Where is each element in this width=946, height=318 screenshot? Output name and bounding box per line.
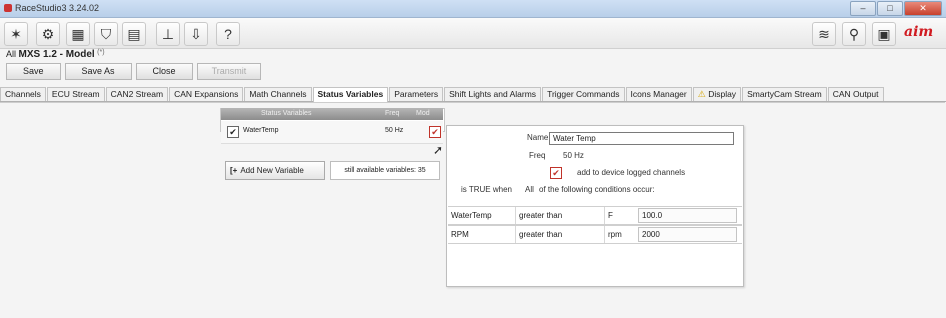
available-variables-count: still available variables: 35 bbox=[330, 161, 440, 180]
freq-value[interactable]: 50 Hz bbox=[563, 151, 584, 160]
save-button[interactable]: Save bbox=[6, 63, 61, 80]
device-settings-icon[interactable]: ⊥ bbox=[156, 22, 180, 46]
window-title: RaceStudio3 3.24.02 bbox=[15, 3, 100, 13]
name-field[interactable]: Water Temp bbox=[549, 132, 734, 145]
tab-can-output[interactable]: CAN Output bbox=[827, 87, 884, 101]
action-bar: Save Save As Close Transmit bbox=[6, 63, 262, 80]
status-variables-header: Status Variables Freq Mod bbox=[221, 108, 443, 120]
variable-name: WaterTemp bbox=[243, 127, 279, 134]
track-icon[interactable]: ⛉ bbox=[94, 22, 118, 46]
config-icon[interactable]: ⚙ bbox=[36, 22, 60, 46]
aim-logo: aim bbox=[904, 24, 934, 40]
tab-status-variables[interactable]: Status Variables bbox=[312, 87, 389, 102]
window-controls: – □ ✕ bbox=[850, 1, 942, 16]
variable-detail-panel: Name Water Temp Freq 50 Hz ✔ add to devi… bbox=[446, 125, 744, 287]
maximize-button[interactable]: □ bbox=[877, 1, 903, 16]
tab-display-label: Display bbox=[708, 89, 737, 99]
condition-mode-select[interactable]: All bbox=[525, 185, 534, 194]
breadcrumb-model[interactable]: MXS 1.2 - Model bbox=[19, 49, 95, 60]
freq-label: Freq bbox=[529, 151, 546, 160]
wifi-icon[interactable]: ≋ bbox=[812, 22, 836, 46]
warning-icon: ⚠ bbox=[697, 89, 706, 99]
condition-operator[interactable]: greater than bbox=[515, 207, 605, 224]
variable-mode-checkbox[interactable]: ✔ bbox=[429, 126, 441, 138]
logged-channels-label: add to device logged channels bbox=[577, 168, 686, 177]
condition-prefix: is TRUE when bbox=[461, 185, 512, 194]
app-icon bbox=[4, 4, 12, 12]
breadcrumb: All MXS 1.2 - Model (*) bbox=[6, 49, 105, 60]
dashboard-icon[interactable]: ▦ bbox=[66, 22, 90, 46]
add-new-variable-button[interactable]: [+ Add New Variable bbox=[225, 161, 325, 180]
logged-channels-checkbox[interactable]: ✔ bbox=[550, 167, 562, 179]
name-label: Name bbox=[527, 133, 549, 142]
add-new-variable-label: Add New Variable bbox=[240, 166, 304, 175]
condition-value[interactable]: 2000 bbox=[638, 227, 737, 242]
pin-icon: (*) bbox=[97, 49, 105, 56]
breadcrumb-all[interactable]: All bbox=[6, 49, 16, 59]
condition-channel[interactable]: RPM bbox=[448, 226, 514, 243]
tab-smartycam-stream[interactable]: SmartyCam Stream bbox=[742, 87, 827, 101]
tab-channels[interactable]: Channels bbox=[0, 87, 46, 101]
download-icon[interactable]: ⇩ bbox=[184, 22, 208, 46]
condition-channel[interactable]: WaterTemp bbox=[448, 207, 514, 224]
condition-suffix: of the following conditions occur: bbox=[539, 185, 655, 194]
header-name: Status Variables bbox=[261, 110, 312, 117]
table-row[interactable]: WaterTemp greater than F 100.0 bbox=[448, 206, 742, 225]
variable-freq: 50 Hz bbox=[385, 127, 404, 134]
clapper-icon[interactable]: ▤ bbox=[122, 22, 146, 46]
condition-operator[interactable]: greater than bbox=[515, 226, 605, 243]
ecu-icon[interactable]: ▣ bbox=[872, 22, 896, 46]
close-button[interactable]: Close bbox=[135, 63, 193, 80]
tools-icon[interactable]: ✶ bbox=[4, 22, 28, 46]
list-item[interactable]: ✔ WaterTemp 50 Hz ✔ bbox=[221, 121, 443, 144]
tab-trigger-commands[interactable]: Trigger Commands bbox=[542, 87, 625, 101]
tab-ecu-stream[interactable]: ECU Stream bbox=[46, 87, 105, 101]
help-icon[interactable]: ? bbox=[216, 22, 240, 46]
header-mode: Mod bbox=[416, 110, 430, 117]
tab-math-channels[interactable]: Math Channels bbox=[244, 87, 312, 101]
main-toolbar: ✶ ⚙ ▦ ⛉ ▤ ⊥ ⇩ ? ≋ ⚲ ▣ aim bbox=[0, 18, 946, 49]
minimize-button[interactable]: – bbox=[850, 1, 876, 16]
variable-enable-checkbox[interactable]: ✔ bbox=[227, 126, 239, 138]
save-as-button[interactable]: Save As bbox=[64, 63, 132, 80]
tab-icons-manager[interactable]: Icons Manager bbox=[625, 87, 692, 101]
mouse-pointer-icon: ➚ bbox=[433, 143, 444, 157]
tab-shift-lights[interactable]: Shift Lights and Alarms bbox=[444, 87, 542, 101]
condition-unit[interactable]: F bbox=[604, 207, 638, 224]
config-tabs: Channels ECU Stream CAN2 Stream CAN Expa… bbox=[0, 87, 946, 102]
transmit-button[interactable]: Transmit bbox=[196, 63, 262, 80]
tab-can2-stream[interactable]: CAN2 Stream bbox=[105, 87, 169, 101]
tab-parameters[interactable]: Parameters bbox=[389, 87, 444, 101]
window-titlebar: RaceStudio3 3.24.02 – □ ✕ bbox=[0, 0, 946, 18]
table-row[interactable]: RPM greater than rpm 2000 bbox=[448, 225, 742, 244]
tab-display[interactable]: ⚠ Display bbox=[692, 87, 742, 101]
add-icon: [+ bbox=[230, 166, 238, 175]
tab-can-expansions[interactable]: CAN Expansions bbox=[169, 87, 244, 101]
connection-icon[interactable]: ⚲ bbox=[842, 22, 866, 46]
close-window-button[interactable]: ✕ bbox=[904, 1, 942, 16]
header-freq: Freq bbox=[385, 110, 400, 117]
condition-value[interactable]: 100.0 bbox=[638, 208, 737, 223]
condition-unit[interactable]: rpm bbox=[604, 226, 638, 243]
